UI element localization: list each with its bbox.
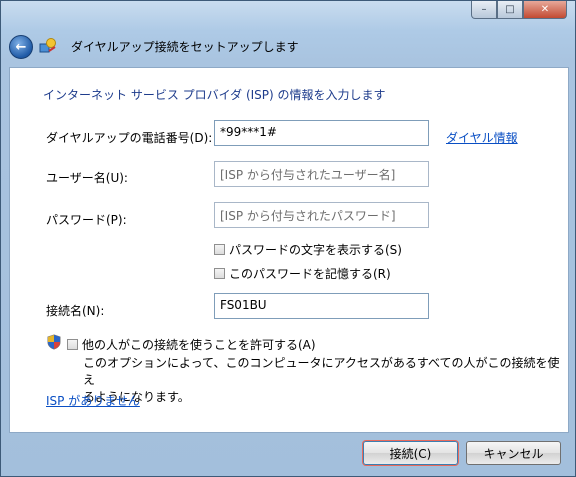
connection-name-field[interactable]: FS01BU [214,293,429,319]
uac-shield-icon [47,334,61,350]
phone-label: ダイヤルアップの電話番号(D): [46,131,213,145]
connection-name-label: 接続名(N): [46,304,105,318]
allow-others-label: 他の人がこの接続を使うことを許可する(A) [82,338,316,352]
remember-password-label: このパスワードを記憶する(R) [229,267,391,281]
section-heading: インターネット サービス プロバイダ (ISP) の情報を入力します [43,88,386,102]
username-placeholder: [ISP から付与されたユーザー名] [220,168,396,182]
description-line-1: このオプションによって、このコンピュータにアクセスがあるすべての人がこの接続を使… [83,356,560,387]
cancel-button[interactable]: キャンセル [466,441,561,465]
show-password-label: パスワードの文字を表示する(S) [229,243,402,257]
allow-others-checkbox[interactable]: 他の人がこの接続を使うことを許可する(A) [67,336,316,353]
username-label: ユーザー名(U): [46,171,128,185]
allow-others-description: このオプションによって、このコンピュータにアクセスがあるすべての人がこの接続を使… [83,355,563,406]
no-isp-link[interactable]: ISP がありません [46,392,140,409]
description-line-2: るようになります。 [83,390,190,404]
password-label: パスワード(P): [46,213,127,227]
window-controls: – □ ✕ [471,1,567,21]
back-arrow-icon[interactable]: ← [9,35,33,59]
maximize-button[interactable]: □ [497,1,523,19]
connect-button[interactable]: 接続(C) [363,441,458,465]
close-button[interactable]: ✕ [523,1,567,19]
show-password-checkbox[interactable]: パスワードの文字を表示する(S) [214,241,402,258]
network-wizard-icon [39,38,56,53]
password-field[interactable]: [ISP から付与されたパスワード] [214,202,429,228]
wizard-content-panel: インターネット サービス プロバイダ (ISP) の情報を入力します ダイヤルア… [9,67,569,433]
username-field[interactable]: [ISP から付与されたユーザー名] [214,161,429,187]
remember-password-checkbox[interactable]: このパスワードを記憶する(R) [214,265,391,282]
checkbox-box[interactable] [214,244,225,255]
minimize-button[interactable]: – [471,1,497,19]
password-placeholder: [ISP から付与されたパスワード] [220,209,396,223]
checkbox-box[interactable] [67,339,78,350]
dialog-window: – □ ✕ ← ダイヤルアップ接続をセットアップします インターネット サービス… [0,0,576,477]
checkbox-box[interactable] [214,268,225,279]
wizard-title: ダイヤルアップ接続をセットアップします [71,40,299,54]
dialing-rules-link[interactable]: ダイヤル情報 [446,129,518,146]
phone-number-field[interactable]: *99***1# [214,120,429,146]
